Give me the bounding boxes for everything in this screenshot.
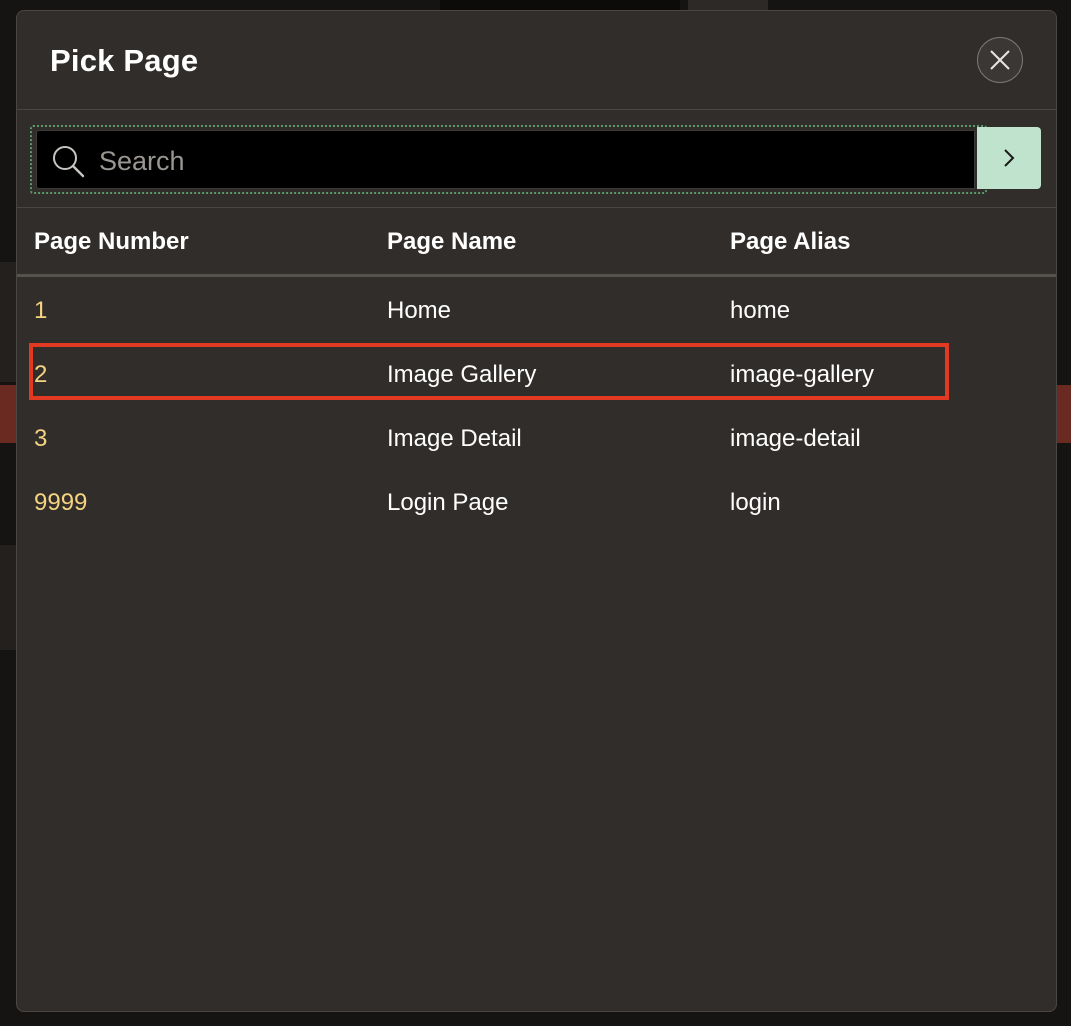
close-icon bbox=[990, 50, 1010, 70]
search-bar bbox=[17, 110, 1056, 208]
close-button[interactable] bbox=[977, 37, 1023, 83]
chevron-right-icon bbox=[1004, 149, 1015, 167]
page-alias-cell: login bbox=[730, 489, 781, 516]
table-row[interactable]: 1 Home home bbox=[17, 277, 1056, 341]
background-banner bbox=[0, 385, 16, 443]
table-row[interactable]: 2 Image Gallery image-gallery bbox=[17, 341, 1056, 405]
table-header: Page Number Page Name Page Alias bbox=[17, 208, 1056, 277]
page-number-cell[interactable]: 3 bbox=[34, 425, 47, 453]
search-focus-ring bbox=[30, 125, 987, 194]
background-panel bbox=[0, 545, 16, 650]
page-name-cell: Image Detail bbox=[387, 425, 522, 452]
page-number-cell[interactable]: 2 bbox=[34, 361, 47, 389]
column-header-page-name[interactable]: Page Name bbox=[387, 228, 516, 256]
search-go-button[interactable] bbox=[977, 127, 1041, 189]
pick-page-dialog: Pick Page Page Number bbox=[16, 10, 1057, 1012]
table-row[interactable]: 3 Image Detail image-detail bbox=[17, 405, 1056, 469]
page-name-cell: Login Page bbox=[387, 489, 509, 516]
column-header-page-number[interactable]: Page Number bbox=[34, 228, 189, 256]
table-row[interactable]: 9999 Login Page login bbox=[17, 469, 1056, 533]
search-icon bbox=[53, 146, 85, 178]
background-panel bbox=[0, 262, 16, 382]
search-field[interactable] bbox=[36, 130, 975, 189]
page-number-cell[interactable]: 1 bbox=[34, 297, 47, 325]
background-button bbox=[688, 0, 768, 10]
page-alias-cell: home bbox=[730, 297, 791, 324]
column-header-page-alias[interactable]: Page Alias bbox=[730, 228, 851, 256]
page-name-cell: Image Gallery bbox=[387, 361, 537, 388]
page-name-cell: Home bbox=[387, 297, 452, 324]
page-alias-cell: image-detail bbox=[730, 425, 861, 452]
page-alias-cell: image-gallery bbox=[730, 361, 875, 388]
background-banner bbox=[1057, 385, 1071, 443]
background-toolbar bbox=[440, 0, 680, 10]
page-number-cell[interactable]: 9999 bbox=[34, 489, 87, 517]
dialog-header: Pick Page bbox=[17, 11, 1056, 110]
search-input[interactable] bbox=[97, 141, 961, 181]
dialog-title: Pick Page bbox=[50, 43, 199, 78]
pages-table: Page Number Page Name Page Alias 1 Home … bbox=[17, 208, 1056, 533]
